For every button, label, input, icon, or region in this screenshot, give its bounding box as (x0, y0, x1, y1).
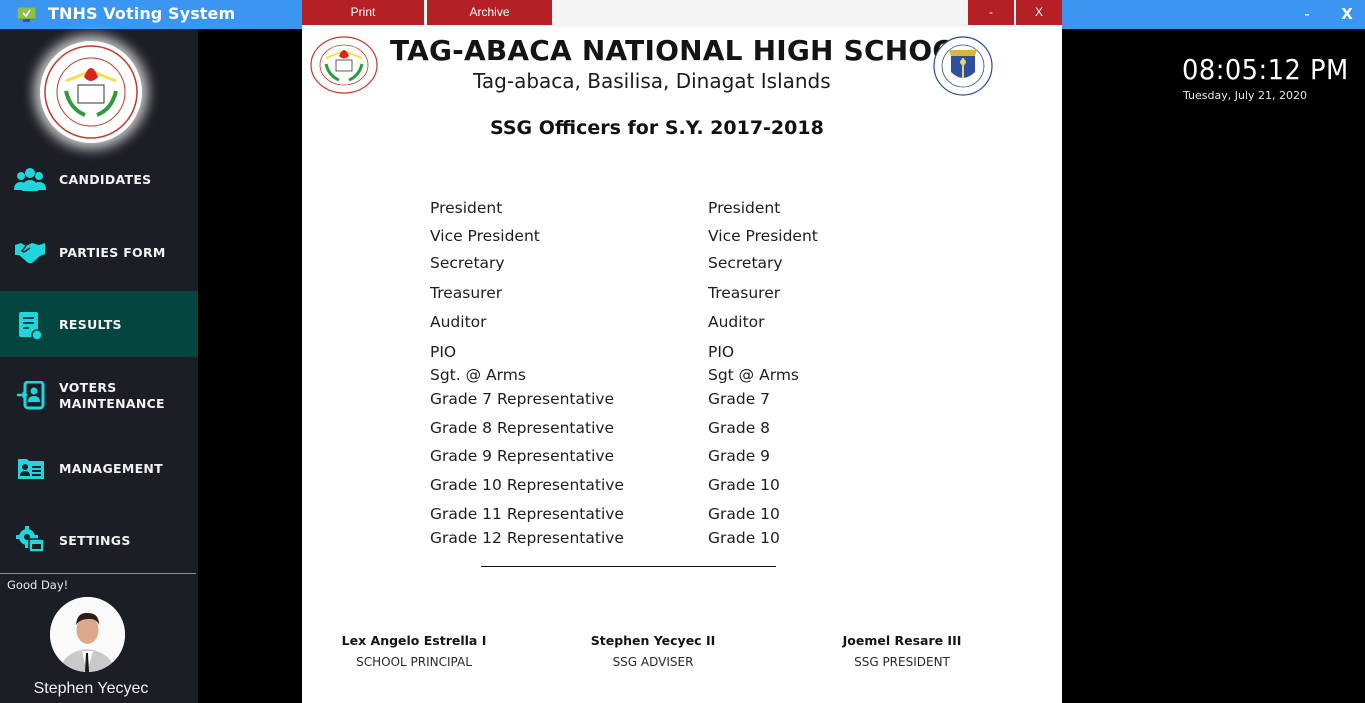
dialog-toolbar: Print Archive - X (302, 0, 1062, 27)
officer-name: Grade 9 (708, 447, 771, 465)
user-avatar (50, 597, 125, 672)
sidebar-item-label: CANDIDATES (59, 172, 152, 187)
signatory-role-principal: SCHOOL PRINCIPAL (356, 655, 472, 669)
sidebar-item-voters-maintenance[interactable]: VOTERS MAINTENANCE (0, 363, 198, 429)
signature-divider (481, 566, 776, 567)
school-name: TAG-ABACA NATIONAL HIGH SCHOOL (390, 34, 975, 67)
sidebar-item-candidates[interactable]: CANDIDATES (0, 147, 198, 213)
sidebar-item-label-line1: VOTERS (59, 380, 117, 395)
sidebar-item-management[interactable]: MANAGEMENT (0, 435, 198, 501)
app-title: TNHS Voting System (48, 4, 236, 23)
school-logo (40, 41, 142, 143)
officer-name: Grade 10 (708, 505, 780, 523)
archive-button[interactable]: Archive (427, 0, 552, 25)
school-address: Tag-abaca, Basilisa, Dinagat Islands (473, 69, 831, 93)
signatory-role-adviser: SSG ADVISER (612, 655, 694, 669)
position-label: Vice President (430, 227, 540, 245)
sidebar-item-results[interactable]: RESULTS (0, 291, 198, 357)
print-button[interactable]: Print (302, 0, 424, 25)
signatory-name-president: Joemel Resare III (842, 633, 962, 648)
officer-name: Grade 7 (708, 390, 771, 408)
gear-window-icon (16, 526, 45, 553)
signatory-role-president: SSG PRESIDENT (854, 655, 950, 669)
user-login-icon (17, 381, 45, 410)
position-label: Auditor (430, 313, 487, 331)
position-label: PIO (430, 343, 457, 361)
officer-name: Grade 8 (708, 419, 771, 437)
sidebar-item-label: MANAGEMENT (59, 461, 164, 476)
sidebar-item-label: PARTIES FORM (59, 245, 166, 260)
position-label: Grade 7 Representative (430, 390, 615, 408)
officer-name: Auditor (708, 313, 765, 331)
officer-name: Grade 10 (708, 476, 780, 494)
officer-name: PIO (708, 343, 735, 361)
handshake-icon (15, 243, 45, 264)
sidebar-item-label: RESULTS (59, 317, 122, 332)
officer-name: Secretary (708, 254, 783, 272)
school-seal-icon (310, 36, 378, 94)
school-seal-icon (44, 45, 138, 139)
sidebar-item-label: SETTINGS (59, 533, 131, 548)
user-photo-icon (50, 597, 125, 672)
report-title: SSG Officers for S.Y. 2017-2018 (490, 117, 824, 139)
report-dialog: Print Archive - X TAG-ABACA NATIONAL HIG… (302, 0, 1062, 703)
officer-name: President (708, 199, 781, 217)
clock-date: Tuesday, July 21, 2020 (1183, 89, 1308, 102)
position-label: Treasurer (430, 284, 503, 302)
sidebar-item-label-line2: MAINTENANCE (59, 396, 165, 411)
officer-name: Sgt @ Arms (708, 366, 799, 384)
officer-name: Treasurer (708, 284, 781, 302)
sidebar-item-settings[interactable]: SETTINGS (0, 507, 198, 573)
position-label: Grade 8 Representative (430, 419, 615, 437)
sidebar: CANDIDATES PARTIES FORM RESULTS VOTERS M… (0, 29, 198, 703)
window-close-button[interactable]: X (1336, 3, 1358, 25)
clock-time: 08:05:12 PM (1182, 53, 1349, 86)
sidebar-item-parties-form[interactable]: PARTIES FORM (0, 219, 198, 285)
position-label: Grade 10 Representative (430, 476, 624, 494)
sidebar-divider (0, 573, 196, 574)
signatory-name-principal: Lex Angelo Estrella I (341, 633, 487, 648)
report-document-icon (19, 312, 43, 341)
officer-name: Vice President (708, 227, 818, 245)
position-label: Grade 12 Representative (430, 529, 624, 547)
deped-seal-icon (933, 36, 993, 96)
id-card-icon (18, 459, 44, 479)
app-monitor-check-icon (17, 7, 36, 22)
position-label: Grade 9 Representative (430, 447, 615, 465)
user-name: Stephen Yecyec (33, 680, 149, 697)
officer-name: Grade 10 (708, 529, 780, 547)
position-label: Grade 11 Representative (430, 505, 624, 523)
dialog-close-button[interactable]: X (1016, 0, 1062, 25)
users-group-icon (14, 168, 46, 191)
position-label: Sgt. @ Arms (430, 366, 526, 384)
window-minimize-button[interactable]: - (1296, 3, 1318, 25)
signatory-name-adviser: Stephen Yecyec II (590, 633, 716, 648)
dialog-minimize-button[interactable]: - (968, 0, 1014, 25)
position-label: Secretary (430, 254, 505, 272)
position-label: President (430, 199, 503, 217)
greeting-text: Good Day! (7, 578, 69, 592)
